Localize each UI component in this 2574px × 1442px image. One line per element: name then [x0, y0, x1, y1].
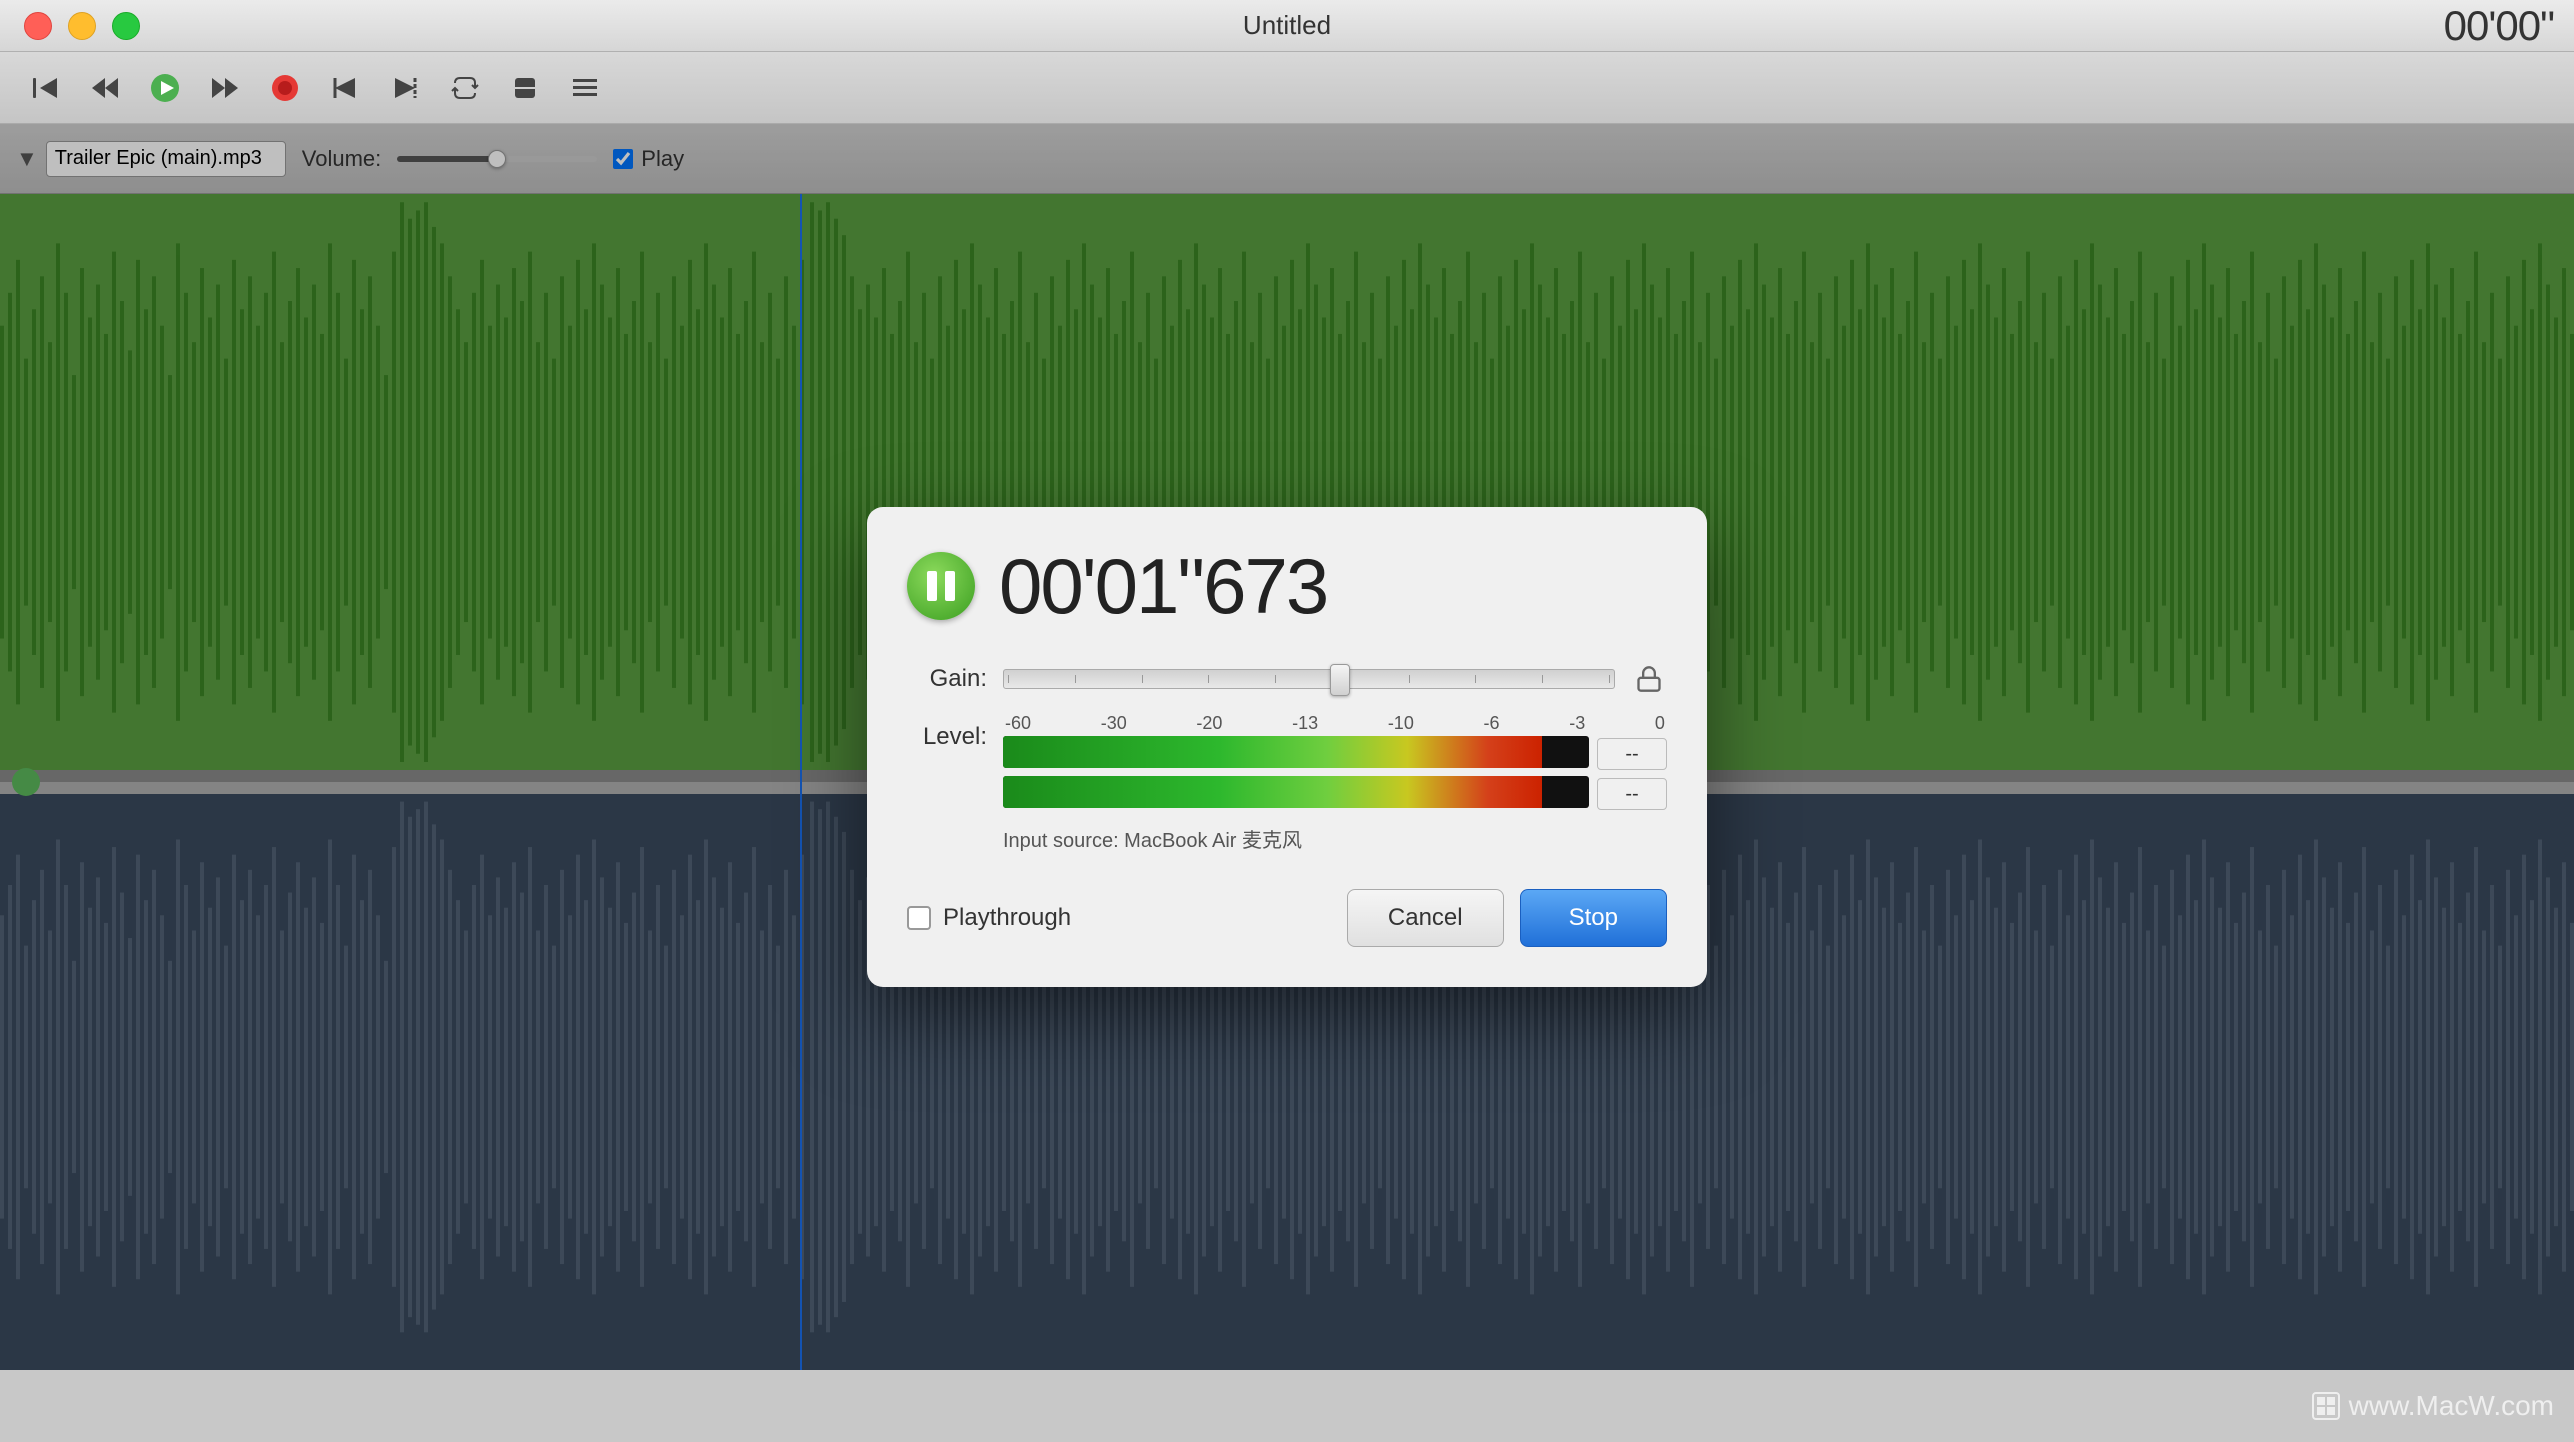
title-bar: Untitled 00'00": [0, 0, 2574, 52]
recording-dialog: 00'01"673 Gain:: [867, 507, 1707, 987]
playthrough-label: Playthrough: [943, 904, 1071, 932]
gain-slider[interactable]: [1003, 669, 1615, 689]
cancel-button[interactable]: Cancel: [1347, 889, 1504, 947]
gain-slider-knob[interactable]: [1330, 664, 1350, 696]
level-section: Level: -60 -30 -20 -13 -10 -6 -3 0: [907, 713, 1667, 816]
recording-timer: 00'01"673: [999, 547, 1327, 625]
stop-button[interactable]: Stop: [1520, 889, 1667, 947]
skip-back-button[interactable]: [320, 66, 370, 110]
gain-label: Gain:: [907, 665, 987, 693]
playthrough-checkbox-box[interactable]: [907, 906, 931, 930]
level-bar-1: [1003, 736, 1589, 768]
fast-forward-button[interactable]: [200, 66, 250, 110]
loop-button[interactable]: [440, 66, 490, 110]
watermark-text: www.MacW.com: [2349, 1390, 2554, 1422]
stop-all-button[interactable]: [500, 66, 550, 110]
traffic-lights: [24, 12, 140, 40]
play-button[interactable]: [140, 66, 190, 110]
minimize-button[interactable]: [68, 12, 96, 40]
playthrough-checkbox[interactable]: Playthrough: [907, 904, 1071, 932]
level-bar-row-2: --: [1003, 776, 1667, 812]
rewind-button[interactable]: [80, 66, 130, 110]
lock-icon: [1631, 661, 1667, 697]
pause-button[interactable]: [907, 552, 975, 620]
dialog-footer: Playthrough Cancel Stop: [907, 889, 1667, 947]
level-value-1: --: [1597, 738, 1667, 770]
pause-icon: [927, 571, 955, 601]
level-fill-1: [1003, 736, 1542, 768]
level-bar-2: [1003, 776, 1589, 808]
record-button[interactable]: [260, 66, 310, 110]
skip-forward-button[interactable]: [380, 66, 430, 110]
close-button[interactable]: [24, 12, 52, 40]
recording-dialog-overlay: 00'01"673 Gain:: [0, 124, 2574, 1370]
level-fill-2: [1003, 776, 1542, 808]
dialog-buttons: Cancel Stop: [1347, 889, 1667, 947]
dialog-header: 00'01"673: [907, 547, 1667, 625]
window-title: Untitled: [1243, 10, 1331, 41]
gain-row: Gain:: [907, 661, 1667, 697]
level-label: Level:: [907, 713, 987, 751]
input-source-label: Input source: MacBook Air 麦克风: [1003, 824, 1667, 853]
track-area: ▼ Trailer Epic (main).mp3 Volume: Play /…: [0, 124, 2574, 1370]
watermark-icon: [2311, 1391, 2341, 1421]
level-bar-row-1: --: [1003, 736, 1667, 772]
level-value-2: --: [1597, 778, 1667, 810]
corner-timer: 00'00": [2444, 2, 2554, 50]
back-to-start-button[interactable]: [20, 66, 70, 110]
level-meters: -60 -30 -20 -13 -10 -6 -3 0 --: [1003, 713, 1667, 816]
maximize-button[interactable]: [112, 12, 140, 40]
watermark: www.MacW.com: [2311, 1390, 2554, 1422]
level-scale: -60 -30 -20 -13 -10 -6 -3 0: [1003, 713, 1667, 734]
trim-button[interactable]: [560, 66, 610, 110]
toolbar: [0, 52, 2574, 124]
